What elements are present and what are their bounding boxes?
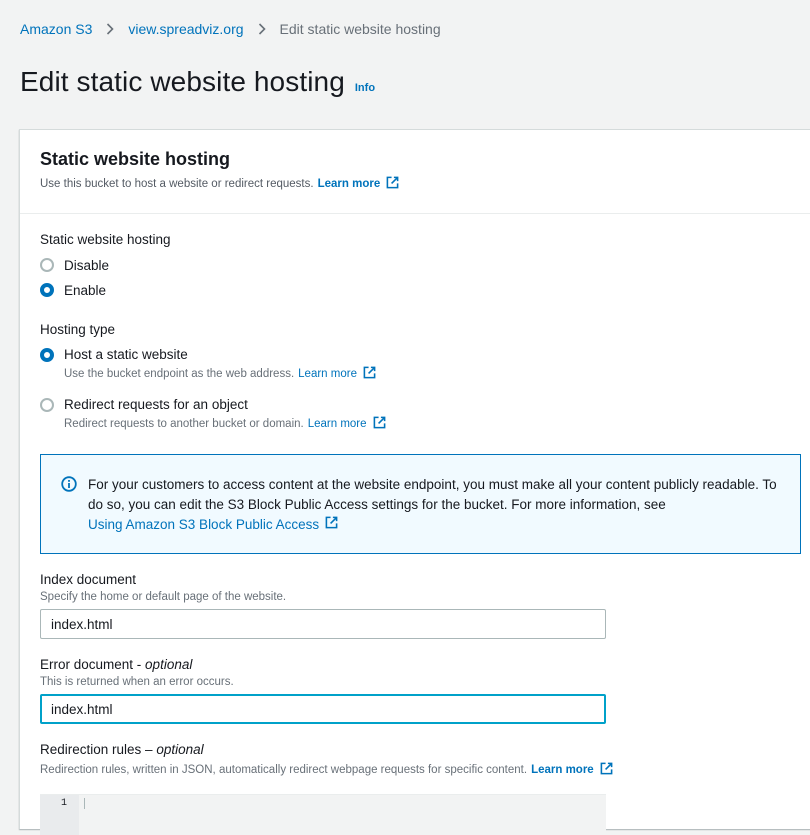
chevron-right-icon <box>258 23 266 35</box>
info-link[interactable]: Info <box>355 82 375 94</box>
chevron-right-icon <box>106 23 115 35</box>
error-document-desc: This is returned when an error occurs. <box>40 676 234 688</box>
index-document-desc: Specify the home or default page of the … <box>40 591 287 603</box>
breadcrumb-bucket[interactable]: view.spreadviz.org <box>128 21 243 37</box>
block-public-access-link[interactable]: Using Amazon S3 Block Public Access <box>88 515 338 535</box>
hosting-type-label: Hosting type <box>40 322 116 337</box>
redirection-rules-desc: Redirection rules, written in JSON, auto… <box>40 762 613 778</box>
radio-enable-label: Enable <box>64 283 107 298</box>
index-document-label: Index document <box>40 572 137 587</box>
radio-redirect-desc: Redirect requests to another bucket or d… <box>64 416 386 432</box>
panel-learn-more-link[interactable]: Learn more <box>318 176 400 192</box>
panel-title: Static website hosting <box>40 149 231 169</box>
radio-host-static-website[interactable]: Host a static website Use the bucket end… <box>40 347 376 382</box>
breadcrumb-current: Edit static website hosting <box>279 21 441 37</box>
redirect-learn-more-link[interactable]: Learn more <box>308 416 386 432</box>
error-document-input[interactable] <box>40 694 606 724</box>
radio-redirect-requests[interactable]: Redirect requests for an object Redirect… <box>40 397 386 432</box>
learn-more-label: Learn more <box>531 764 594 776</box>
static-website-hosting-panel: Static website hosting Use this bucket t… <box>19 129 810 835</box>
radio-redirect-desc-text: Redirect requests to another bucket or d… <box>64 418 304 430</box>
breadcrumb: Amazon S3 view.spreadviz.org Edit static… <box>20 20 441 38</box>
external-link-icon <box>373 416 386 432</box>
radio-disable[interactable]: Disable <box>40 257 109 275</box>
radio-host-static-desc: Use the bucket endpoint as the web addre… <box>64 366 376 382</box>
learn-more-label: Learn more <box>307 418 367 430</box>
panel-description-text: Use this bucket to host a website or red… <box>40 178 314 190</box>
error-document-label-text: Error document <box>40 657 134 672</box>
redirection-rules-optional: optional <box>156 742 204 757</box>
host-static-learn-more-link[interactable]: Learn more <box>298 366 376 382</box>
error-document-label: Error document - optional <box>40 657 193 672</box>
radio-disable-circle[interactable] <box>40 258 54 272</box>
radio-host-static-label: Host a static website <box>64 347 188 362</box>
alert-link-label: Using Amazon S3 Block Public Access <box>88 517 320 532</box>
panel-header: Static website hosting Use this bucket t… <box>20 130 810 214</box>
radio-host-static-desc-text: Use the bucket endpoint as the web addre… <box>64 368 295 380</box>
learn-more-label: Learn more <box>298 368 357 380</box>
external-link-icon <box>325 515 338 535</box>
page-header: Edit static website hosting Info <box>20 66 375 98</box>
radio-enable[interactable]: Enable <box>40 282 106 300</box>
redirection-rules-label: Redirection rules – optional <box>40 742 204 757</box>
radio-redirect-circle[interactable] <box>40 398 54 412</box>
radio-disable-label: Disable <box>64 258 110 273</box>
external-link-icon <box>386 176 399 192</box>
redirection-learn-more-link[interactable]: Learn more <box>531 762 613 778</box>
info-circle-icon <box>61 476 77 498</box>
alert-text: For your customers to access content at … <box>88 477 777 512</box>
error-document-optional: optional <box>145 657 193 672</box>
block-public-access-alert: For your customers to access content at … <box>40 454 801 554</box>
index-document-input[interactable] <box>40 609 606 639</box>
editor-cursor <box>84 798 85 809</box>
learn-more-label: Learn more <box>317 178 381 190</box>
line-number: 1 <box>40 795 79 835</box>
redirection-rules-editor[interactable]: 1 <box>40 794 606 835</box>
hosting-label: Static website hosting <box>40 232 171 247</box>
redirection-rules-label-text: Redirection rules <box>40 742 142 757</box>
page-title: Edit static website hosting <box>20 66 345 97</box>
radio-redirect-label: Redirect requests for an object <box>64 397 248 412</box>
external-link-icon <box>363 366 376 382</box>
panel-description: Use this bucket to host a website or red… <box>40 176 799 192</box>
redirection-rules-desc-text: Redirection rules, written in JSON, auto… <box>40 764 528 776</box>
breadcrumb-amazon-s3[interactable]: Amazon S3 <box>20 21 92 37</box>
external-link-icon <box>600 762 613 778</box>
radio-enable-circle[interactable] <box>40 283 54 297</box>
radio-host-static-circle[interactable] <box>40 348 54 362</box>
